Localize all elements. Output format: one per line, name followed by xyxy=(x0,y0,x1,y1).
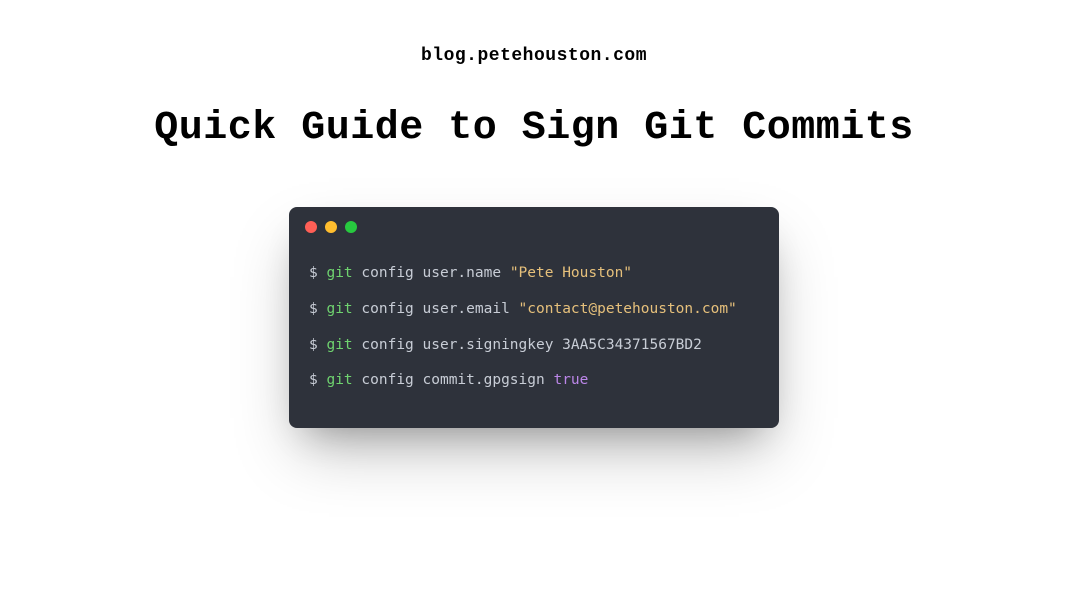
terminal-line: $ git config user.email "contact@petehou… xyxy=(309,299,759,321)
cmd-bool: true xyxy=(553,372,588,388)
window-minimize-dot xyxy=(325,221,337,233)
prompt: $ xyxy=(309,372,326,388)
site-url: blog.petehouston.com xyxy=(421,46,647,66)
prompt: $ xyxy=(309,337,326,353)
terminal-line: $ git config commit.gpgsign true xyxy=(309,370,759,392)
cmd-args: config user.email xyxy=(353,301,519,317)
cmd-string: "contact@petehouston.com" xyxy=(519,301,737,317)
terminal-line: $ git config user.name "Pete Houston" xyxy=(309,263,759,285)
prompt: $ xyxy=(309,265,326,281)
terminal-window: $ git config user.name "Pete Houston" $ … xyxy=(289,207,779,428)
cmd-git: git xyxy=(326,372,352,388)
cmd-string: "Pete Houston" xyxy=(510,265,632,281)
cmd-args: config user.signingkey 3AA5C34371567BD2 xyxy=(353,337,702,353)
cmd-args: config user.name xyxy=(353,265,510,281)
cmd-args: config commit.gpgsign xyxy=(353,372,554,388)
page-title: Quick Guide to Sign Git Commits xyxy=(154,106,914,151)
cmd-git: git xyxy=(326,265,352,281)
cmd-git: git xyxy=(326,301,352,317)
window-zoom-dot xyxy=(345,221,357,233)
terminal-body: $ git config user.name "Pete Houston" $ … xyxy=(289,237,779,428)
terminal-line: $ git config user.signingkey 3AA5C343715… xyxy=(309,335,759,357)
prompt: $ xyxy=(309,301,326,317)
window-close-dot xyxy=(305,221,317,233)
terminal-titlebar xyxy=(289,207,779,237)
cmd-git: git xyxy=(326,337,352,353)
